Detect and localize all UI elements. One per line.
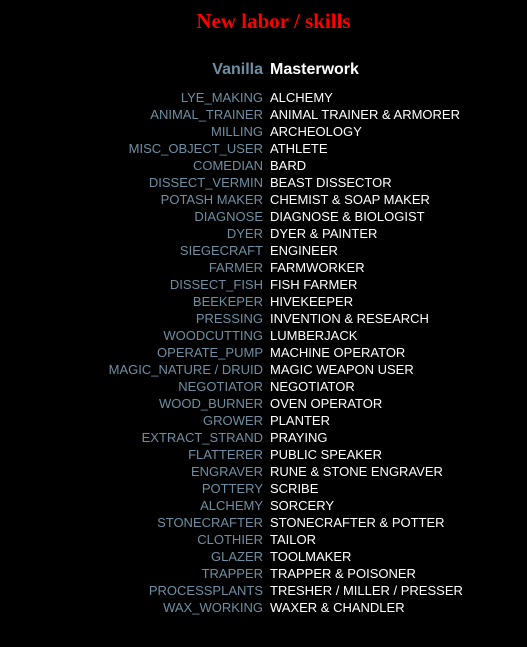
masterwork-labor-name: SCRIBE [270,481,319,496]
list-item: WAX_WORKING WAXER & CHANDLER [0,599,527,616]
vanilla-labor-name: POTTERY [201,481,263,496]
list-item: DISSECT_FISH FISH FARMER [0,276,527,293]
list-item: CLOTHIER TAILOR [0,531,527,548]
vanilla-labor-name: NEGOTIATOR [178,379,263,394]
masterwork-labor-name: TAILOR [270,532,316,547]
vanilla-labor-name: EXTRACT_STRAND [141,430,263,445]
list-item: NEGOTIATOR NEGOTIATOR [0,378,527,395]
vanilla-labor-name: FLATTERER [188,447,263,462]
masterwork-labor-name: FARMWORKER [270,260,365,275]
vanilla-labor-name: ENGRAVER [191,464,263,479]
masterwork-labor-name: PRAYING [270,430,328,445]
vanilla-column-header: Vanilla [212,61,263,78]
vanilla-labor-name: TRAPPER [201,566,263,581]
list-item: WOODCUTTING LUMBERJACK [0,327,527,344]
masterwork-labor-name: FISH FARMER [270,277,358,292]
vanilla-labor-name: WOODCUTTING [163,328,263,343]
masterwork-labor-name: PLANTER [270,413,330,428]
masterwork-labor-name: ATHLETE [270,141,328,156]
masterwork-labor-name: STONECRAFTER & POTTER [270,515,445,530]
masterwork-column-header: Masterwork [270,61,359,78]
list-item: ANIMAL_TRAINER ANIMAL TRAINER & ARMORER [0,106,527,123]
vanilla-labor-name: MILLING [210,124,263,139]
vanilla-labor-name: GROWER [203,413,263,428]
vanilla-labor-name: ANIMAL_TRAINER [150,107,263,122]
list-item: GROWER PLANTER [0,412,527,429]
list-item: OPERATE_PUMP MACHINE OPERATOR [0,344,527,361]
masterwork-labor-name: WAXER & CHANDLER [270,600,405,615]
masterwork-labor-name: OVEN OPERATOR [270,396,383,411]
list-item: BEEKEPER HIVEKEEPER [0,293,527,310]
list-item: POTASH MAKER CHEMIST & SOAP MAKER [0,191,527,208]
list-item: STONECRAFTER STONECRAFTER & POTTER [0,514,527,531]
masterwork-labor-name: NEGOTIATOR [270,379,355,394]
list-item: COMEDIAN BARD [0,157,527,174]
masterwork-labor-name: ARCHEOLOGY [270,124,362,139]
masterwork-labor-name: DIAGNOSE & BIOLOGIST [270,209,425,224]
vanilla-labor-name: WOOD_BURNER [158,396,263,411]
list-item: FLATTERER PUBLIC SPEAKER [0,446,527,463]
masterwork-labor-name: DYER & PAINTER [270,226,378,241]
vanilla-labor-name: WAX_WORKING [163,600,263,615]
vanilla-labor-name: LYE_MAKING [180,90,263,105]
vanilla-labor-name: MAGIC_NATURE / DRUID [108,362,263,377]
masterwork-labor-name: ALCHEMY [270,90,333,105]
vanilla-labor-name: POTASH MAKER [160,192,263,207]
list-item: POTTERY SCRIBE [0,480,527,497]
masterwork-labor-name: ANIMAL TRAINER & ARMORER [270,107,460,122]
vanilla-labor-name: GLAZER [210,549,263,564]
masterwork-labor-name: BEAST DISSECTOR [270,175,392,190]
list-item: PRESSING INVENTION & RESEARCH [0,310,527,327]
list-item: ALCHEMY SORCERY [0,497,527,514]
masterwork-labor-name: SORCERY [270,498,335,513]
list-item: TRAPPER TRAPPER & POISONER [0,565,527,582]
masterwork-labor-name: RUNE & STONE ENGRAVER [270,464,443,479]
masterwork-labor-name: INVENTION & RESEARCH [270,311,429,326]
column-header: Vanilla Masterwork [0,60,527,80]
list-item: DYER DYER & PAINTER [0,225,527,242]
vanilla-labor-name: DIAGNOSE [194,209,263,224]
masterwork-labor-name: TOOLMAKER [270,549,352,564]
vanilla-labor-name: FARMER [208,260,263,275]
list-item: DISSECT_VERMIN BEAST DISSECTOR [0,174,527,191]
masterwork-labor-name: ENGINEER [270,243,338,258]
vanilla-labor-name: BEEKEPER [192,294,263,309]
list-item: PROCESSPLANTS TRESHER / MILLER / PRESSER [0,582,527,599]
masterwork-labor-name: MACHINE OPERATOR [270,345,406,360]
labor-mapping-list: LYE_MAKING ALCHEMY ANIMAL_TRAINER ANIMAL TR… [0,89,527,616]
masterwork-labor-name: CHEMIST & SOAP MAKER [270,192,430,207]
list-item: SIEGECRAFT ENGINEER [0,242,527,259]
vanilla-labor-name: MISC_OBJECT_USER [128,141,263,156]
list-item: DIAGNOSE DIAGNOSE & BIOLOGIST [0,208,527,225]
vanilla-labor-name: DISSECT_VERMIN [148,175,263,190]
vanilla-labor-name: DYER [226,226,263,241]
masterwork-labor-name: HIVEKEEPER [270,294,354,309]
vanilla-labor-name: PRESSING [195,311,263,326]
masterwork-labor-name: TRAPPER & POISONER [270,566,416,581]
vanilla-labor-name: COMEDIAN [192,158,263,173]
list-item: GLAZER TOOLMAKER [0,548,527,565]
vanilla-labor-name: PROCESSPLANTS [148,583,263,598]
list-item: MISC_OBJECT_USER ATHLETE [0,140,527,157]
list-item: EXTRACT_STRAND PRAYING [0,429,527,446]
masterwork-labor-name: LUMBERJACK [270,328,358,343]
list-item: ENGRAVER RUNE & STONE ENGRAVER [0,463,527,480]
masterwork-labor-name: MAGIC WEAPON USER [270,362,414,377]
masterwork-labor-name: TRESHER / MILLER / PRESSER [270,583,463,598]
vanilla-labor-name: CLOTHIER [197,532,263,547]
list-item: LYE_MAKING ALCHEMY [0,89,527,106]
list-item: MILLING ARCHEOLOGY [0,123,527,140]
vanilla-labor-name: DISSECT_FISH [169,277,263,292]
masterwork-labor-name: BARD [270,158,307,173]
vanilla-labor-name: OPERATE_PUMP [157,345,263,360]
vanilla-labor-name: SIEGECRAFT [179,243,263,258]
list-item: FARMER FARMWORKER [0,259,527,276]
list-item: MAGIC_NATURE / DRUID MAGIC WEAPON USER [0,361,527,378]
list-item: WOOD_BURNER OVEN OPERATOR [0,395,527,412]
vanilla-labor-name: ALCHEMY [200,498,263,513]
masterwork-labor-name: PUBLIC SPEAKER [270,447,382,462]
vanilla-labor-name: STONECRAFTER [157,515,263,530]
page-title: New labor / skills [196,9,351,33]
